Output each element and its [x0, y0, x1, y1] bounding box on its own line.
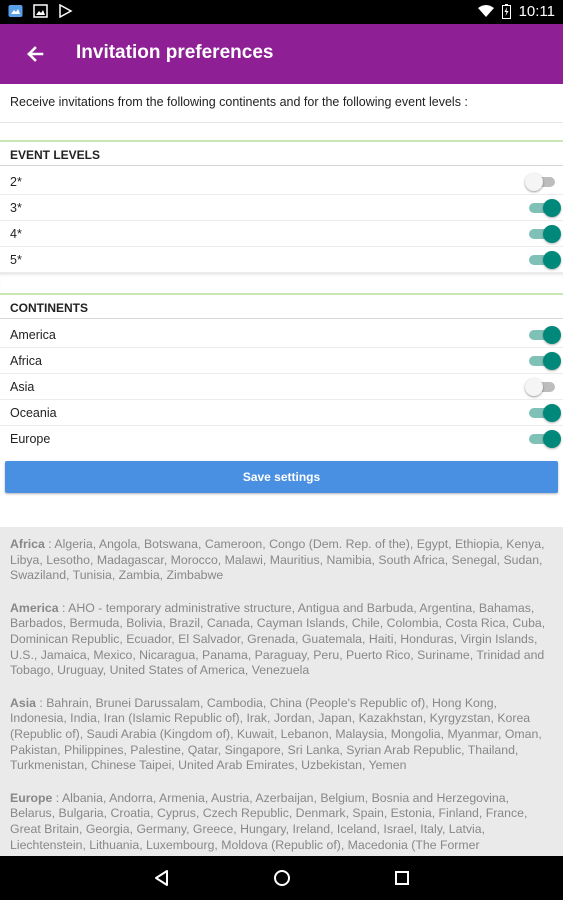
continent-countries: : AHO - temporary administrative structu… — [10, 600, 546, 678]
section-gap — [0, 273, 563, 293]
asia-toggle[interactable] — [525, 378, 557, 396]
oceania-toggle[interactable] — [527, 404, 561, 422]
continent-row-america: America — [0, 322, 563, 348]
europe-toggle[interactable] — [527, 430, 561, 448]
recents-square-icon[interactable] — [392, 868, 412, 888]
page-title: Invitation preferences — [76, 42, 274, 63]
continent-info-europe: Europe : Albania, Andorra, Armenia, Aust… — [10, 791, 553, 853]
continent-name: Africa — [10, 537, 45, 551]
continent-row-oceania: Oceania — [0, 400, 563, 426]
continents-header: CONTINENTS — [0, 293, 563, 319]
event-levels-header: EVENT LEVELS — [0, 140, 563, 166]
continent-label: Africa — [10, 354, 42, 368]
back-triangle-icon[interactable] — [152, 868, 172, 888]
continent-row-europe: Europe — [0, 426, 563, 452]
continent-info-asia: Asia : Bahrain, Brunei Darussalam, Cambo… — [10, 696, 553, 774]
continent-info-america: America : AHO - temporary administrative… — [10, 601, 553, 679]
photos-icon — [8, 5, 23, 17]
navigation-bar — [0, 856, 563, 900]
divider — [0, 122, 563, 141]
image-icon — [33, 4, 48, 18]
continent-countries: : Bahrain, Brunei Darussalam, Cambodia, … — [10, 695, 542, 773]
event-level-5-toggle[interactable] — [527, 251, 561, 269]
event-level-label: 3* — [10, 201, 22, 215]
continent-info-africa: Africa : Algeria, Angola, Botswana, Came… — [10, 537, 553, 584]
clock: 10:11 — [518, 3, 555, 20]
continent-label: America — [10, 328, 56, 342]
continent-label: Asia — [10, 380, 35, 394]
event-level-label: 2* — [10, 175, 22, 189]
status-bar: 10:11 — [0, 0, 563, 24]
continent-info-panel: Africa : Algeria, Angola, Botswana, Came… — [0, 527, 563, 856]
continent-name: Europe — [10, 790, 53, 805]
continent-name: Asia — [10, 695, 36, 710]
continent-row-africa: Africa — [0, 348, 563, 374]
wifi-icon — [477, 5, 494, 17]
continent-label: Oceania — [10, 406, 57, 420]
event-level-label: 4* — [10, 227, 22, 241]
save-settings-button[interactable]: Save settings — [5, 461, 558, 493]
event-level-4-toggle[interactable] — [527, 225, 561, 243]
continent-label: Europe — [10, 432, 51, 446]
continent-name: America — [10, 600, 59, 615]
event-level-row-3: 3* — [0, 195, 563, 221]
app-bar: Invitation preferences — [0, 24, 563, 84]
intro-text: Receive invitations from the following c… — [10, 95, 468, 109]
event-level-3-toggle[interactable] — [527, 199, 561, 217]
event-level-row-5: 5* — [0, 247, 563, 273]
home-circle-icon[interactable] — [272, 868, 292, 888]
event-level-row-2: 2* — [0, 169, 563, 195]
back-arrow-icon[interactable] — [20, 39, 50, 69]
continent-countries: : Algeria, Angola, Botswana, Cameroon, C… — [10, 537, 545, 583]
africa-toggle[interactable] — [527, 352, 561, 370]
play-store-icon — [59, 4, 73, 18]
event-level-2-toggle[interactable] — [525, 173, 557, 191]
event-level-row-4: 4* — [0, 221, 563, 247]
continent-row-asia: Asia — [0, 374, 563, 400]
battery-charging-icon — [501, 4, 511, 19]
america-toggle[interactable] — [527, 326, 561, 344]
continent-countries: : Albania, Andorra, Armenia, Austria, Az… — [10, 790, 528, 852]
event-level-label: 5* — [10, 253, 22, 267]
